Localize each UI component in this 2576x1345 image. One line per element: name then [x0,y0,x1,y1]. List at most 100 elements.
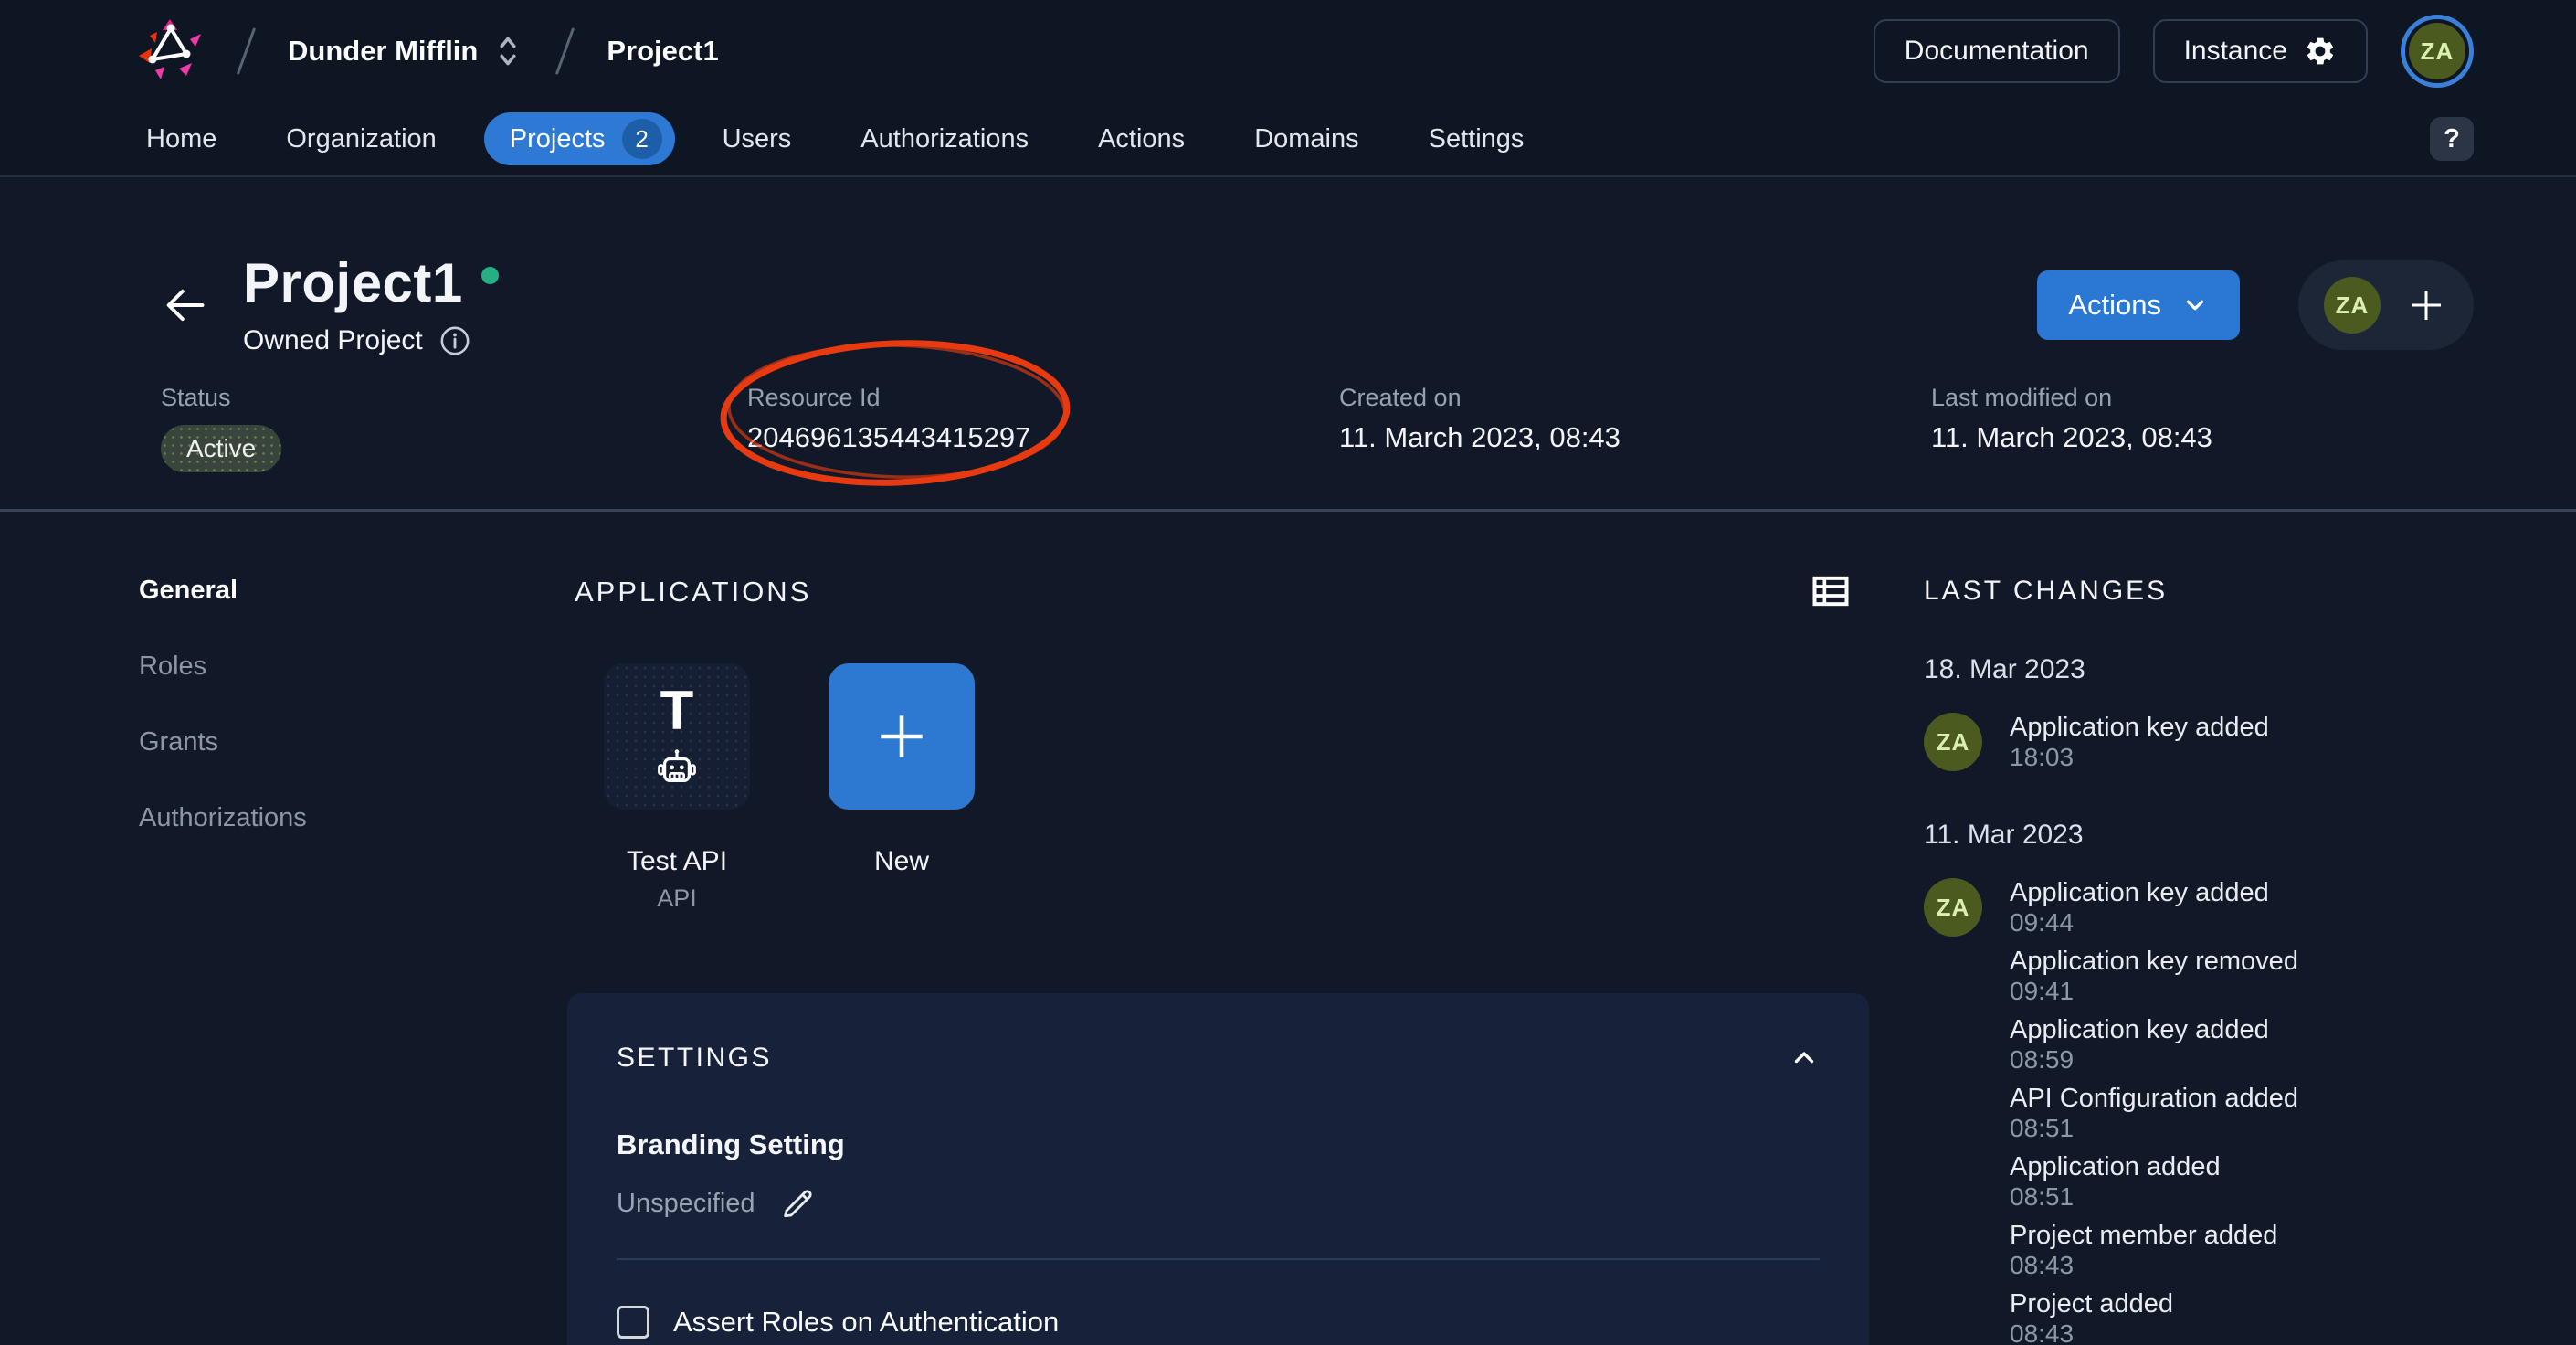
change-event: Application key removed 09:41 [2010,947,2576,1006]
projects-count-badge: 2 [622,119,662,159]
event-title: Application added [2010,1152,2221,1182]
event-time: 08:59 [2010,1045,2269,1075]
app-type: API [657,884,697,913]
project-breadcrumb-label: Project1 [607,35,718,68]
changes-group: 11. Mar 2023 ZA Application key added 09… [1924,820,2576,1345]
assert-roles-checkbox[interactable] [617,1306,649,1339]
project-header: Project1 Owned Project Actions [0,177,2576,512]
event-title: Application key added [2010,713,2269,743]
event-time: 09:41 [2010,977,2298,1006]
last-changes-panel: LAST CHANGES 18. Mar 2023 ZA Application… [1869,576,2576,1345]
breadcrumb-separator [237,27,256,75]
created-value: 11. March 2023, 08:43 [1339,421,1931,454]
active-state-dot [481,267,499,284]
branding-setting-label: Branding Setting [617,1128,1820,1161]
instance-label: Instance [2184,36,2287,67]
applications-header: APPLICATIONS [567,576,1869,607]
plus-icon [2404,283,2448,327]
gear-icon [2304,35,2337,68]
app-card-test-api: T T [604,663,750,913]
instance-button[interactable]: Instance [2153,19,2368,83]
tab-actions[interactable]: Actions [1076,112,1207,165]
last-changes-heading: LAST CHANGES [1924,576,2576,607]
resource-id-label: Resource Id [747,384,1339,412]
page-title: Project1 [243,254,463,312]
tab-users[interactable]: Users [701,112,814,165]
event-avatar: ZA [1924,878,1982,937]
assert-roles-label[interactable]: Assert Roles on Authentication [673,1306,1059,1339]
main-content: General Roles Grants Authorizations APPL… [0,512,2576,1321]
changes-date: 18. Mar 2023 [1924,654,2576,685]
meta-created: Created on 11. March 2023, 08:43 [1339,384,1931,472]
collapse-settings-button[interactable] [1789,1043,1820,1074]
change-event: ZA Application key added 09:44 [1924,878,2576,937]
event-time: 08:43 [2010,1251,2277,1280]
documentation-button[interactable]: Documentation [1874,19,2120,83]
new-application-tile[interactable] [829,663,975,810]
event-avatar: ZA [1924,713,1982,771]
app-initial: T [660,683,694,738]
project-titles: Project1 Owned Project [243,254,499,356]
help-button[interactable]: ? [2430,117,2474,161]
event-title: Application key added [2010,1015,2269,1045]
tab-organization[interactable]: Organization [264,112,458,165]
tab-projects[interactable]: Projects 2 [484,112,675,165]
top-navigation: Dunder Mifflin Project1 Documentation In… [0,0,2576,177]
table-view-button[interactable] [1812,576,1849,607]
project-title-row: Project1 Owned Project Actions [161,254,2474,356]
actions-label: Actions [2068,289,2161,322]
project-breadcrumb[interactable]: Project1 [607,35,718,68]
branding-setting-value: Unspecified [617,1188,755,1219]
info-icon[interactable] [439,325,470,356]
app-tile-test-api[interactable]: T [604,663,750,810]
plus-icon [872,707,931,766]
actions-dropdown-button[interactable]: Actions [2037,270,2240,340]
subnav-item-authorizations[interactable]: Authorizations [139,803,567,833]
documentation-label: Documentation [1905,36,2089,67]
changes-group: 18. Mar 2023 ZA Application key added 18… [1924,654,2576,772]
branding-value-row: Unspecified [617,1185,1820,1222]
breadcrumb-separator [555,27,575,75]
tab-domains[interactable]: Domains [1232,112,1380,165]
main-tabs: Home Organization Projects 2 Users Autho… [0,102,2576,177]
project-subnav: General Roles Grants Authorizations [0,576,567,1345]
tab-settings[interactable]: Settings [1407,112,1547,165]
settings-heading: SETTINGS [617,1043,772,1074]
event-time: 09:44 [2010,908,2269,937]
project-subtitle: Owned Project [243,325,423,356]
subnav-item-roles[interactable]: Roles [139,651,567,682]
pencil-icon [779,1185,816,1222]
topbar: Dunder Mifflin Project1 Documentation In… [0,0,2576,102]
tab-authorizations[interactable]: Authorizations [839,112,1050,165]
user-menu-avatar[interactable]: ZA [2401,15,2474,88]
application-tiles: T T [604,663,1869,913]
modified-value: 11. March 2023, 08:43 [1931,421,2474,454]
subnav-item-grants[interactable]: Grants [139,727,567,757]
zitadel-logo-icon[interactable] [137,14,205,89]
applications-heading: APPLICATIONS [575,577,811,607]
event-title: API Configuration added [2010,1084,2298,1114]
event-title: Application key removed [2010,947,2298,977]
changes-date: 11. Mar 2023 [1924,820,2576,851]
subnav-item-general[interactable]: General [139,576,567,606]
settings-header: SETTINGS [617,1043,1820,1074]
topbar-actions: Documentation Instance ZA [1874,15,2474,88]
meta-modified: Last modified on 11. March 2023, 08:43 [1931,384,2474,472]
member-avatar[interactable]: ZA [2324,277,2381,334]
back-button[interactable] [161,281,208,329]
add-member-button[interactable] [2404,283,2448,327]
tab-label: Home [146,124,216,154]
created-label: Created on [1339,384,1931,412]
meta-status: Status Active [161,384,747,472]
tab-label: Projects [510,124,606,154]
org-selector[interactable]: Dunder Mifflin [288,34,523,69]
tab-home[interactable]: Home [124,112,238,165]
tab-label: Settings [1429,124,1525,154]
unfold-more-icon [492,34,523,69]
project-meta-row: Status Active Resource Id 20469613544341… [161,384,2474,472]
project-members: ZA [2298,260,2474,350]
org-name: Dunder Mifflin [288,35,478,68]
edit-branding-button[interactable] [779,1185,816,1222]
breadcrumb: Dunder Mifflin Project1 [137,14,719,89]
change-event: API Configuration added 08:51 [2010,1084,2576,1143]
